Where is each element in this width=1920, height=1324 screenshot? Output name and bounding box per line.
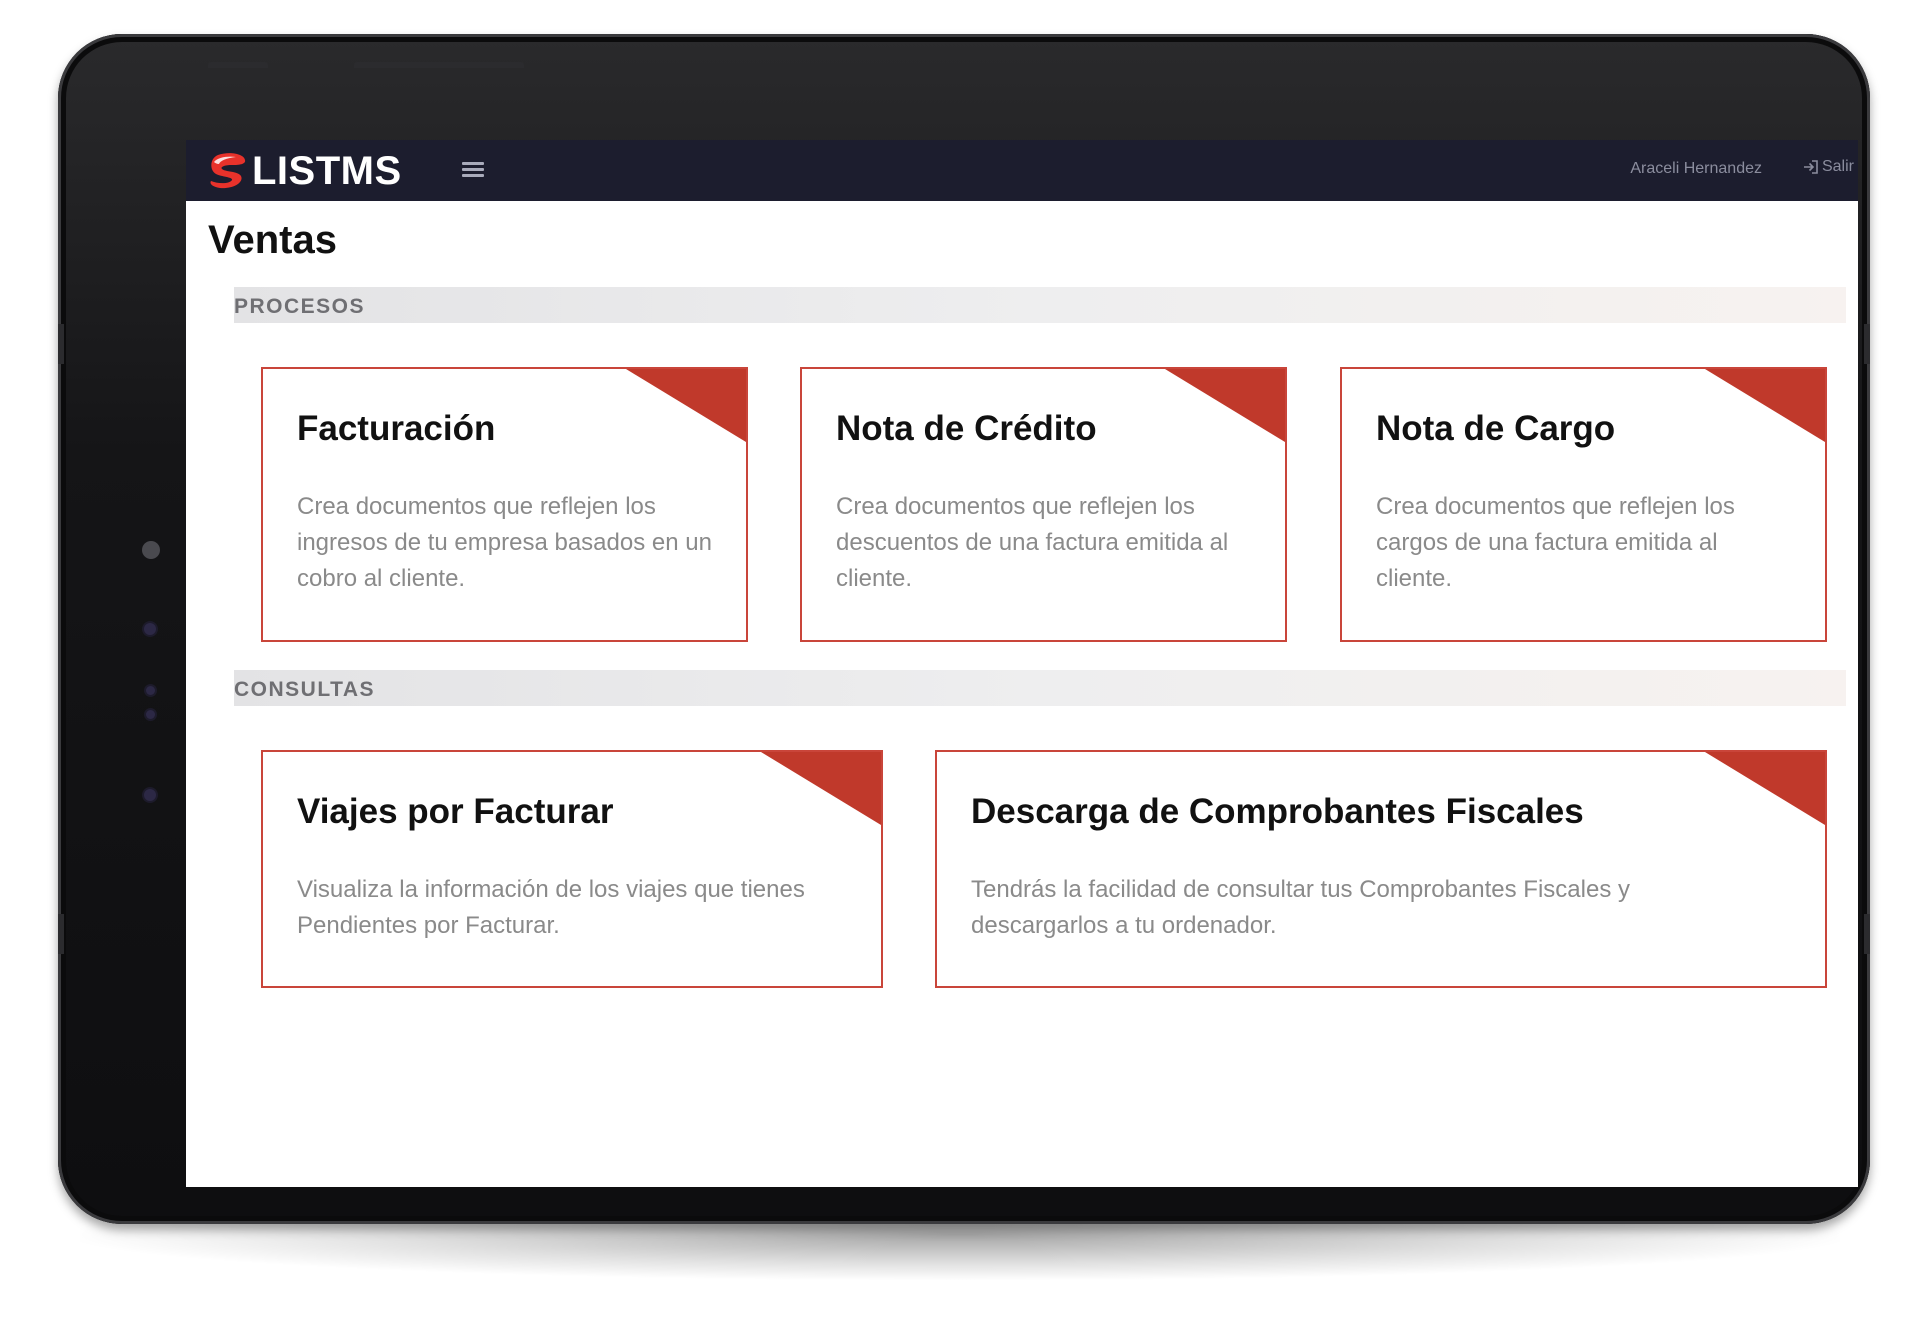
logout-icon bbox=[1803, 160, 1818, 174]
card-description: Crea documentos que reflejen los ingreso… bbox=[297, 493, 712, 592]
card-description: Crea documentos que reflejen los cargos … bbox=[1376, 493, 1735, 592]
card-title: Viajes por Facturar bbox=[297, 792, 614, 831]
tablet-top-button bbox=[208, 62, 268, 68]
hamburger-icon[interactable] bbox=[462, 159, 484, 181]
card-description: Visualiza la información de los viajes q… bbox=[297, 876, 805, 939]
sensor-dot bbox=[144, 789, 156, 801]
tablet-frame: LISTMS Araceli Hernandez Salir Ventas PR… bbox=[58, 34, 1870, 1224]
card-title: Nota de Cargo bbox=[1376, 409, 1616, 448]
card-description: Tendrás la facilidad de consultar tus Co… bbox=[971, 876, 1630, 939]
tablet-side-button bbox=[1864, 914, 1870, 954]
card-title: Descarga de Comprobantes Fiscales bbox=[971, 792, 1584, 831]
tablet-side-button bbox=[58, 914, 64, 954]
logo-swoosh-icon bbox=[210, 153, 246, 189]
sensor-dot bbox=[146, 710, 155, 719]
tablet-side-button bbox=[1864, 324, 1870, 364]
logo-text: LISTMS bbox=[252, 149, 402, 193]
user-name[interactable]: Araceli Hernandez bbox=[1630, 160, 1762, 178]
card-title: Facturación bbox=[297, 409, 496, 448]
sensor-dot bbox=[144, 623, 156, 635]
app-screen: LISTMS Araceli Hernandez Salir Ventas PR… bbox=[186, 140, 1858, 1187]
card-facturacion[interactable]: Facturación Crea documentos que reflejen… bbox=[261, 367, 748, 642]
top-navbar: LISTMS Araceli Hernandez Salir bbox=[186, 140, 1858, 201]
card-corner-accent bbox=[761, 752, 881, 825]
sensor-dot bbox=[146, 686, 155, 695]
page-title: Ventas bbox=[208, 218, 337, 262]
card-title: Nota de Crédito bbox=[836, 409, 1097, 448]
logout-button[interactable]: Salir bbox=[1803, 158, 1854, 176]
tablet-side-button bbox=[58, 324, 64, 364]
card-descarga-comprobantes-fiscales[interactable]: Descarga de Comprobantes Fiscales Tendrá… bbox=[935, 750, 1827, 988]
front-camera bbox=[142, 541, 160, 559]
card-nota-de-cargo[interactable]: Nota de Cargo Crea documentos que reflej… bbox=[1340, 367, 1827, 642]
card-corner-accent bbox=[626, 369, 746, 442]
card-corner-accent bbox=[1705, 752, 1825, 825]
logout-label: Salir bbox=[1821, 158, 1854, 175]
card-nota-de-credito[interactable]: Nota de Crédito Crea documentos que refl… bbox=[800, 367, 1287, 642]
card-description: Crea documentos que reflejen los descuen… bbox=[836, 493, 1229, 592]
section-header-procesos: PROCESOS bbox=[234, 287, 1846, 323]
card-corner-accent bbox=[1165, 369, 1285, 442]
section-header-consultas: CONSULTAS bbox=[234, 670, 1846, 706]
tablet-volume-button bbox=[354, 62, 524, 68]
section-label: CONSULTAS bbox=[234, 678, 376, 701]
brand-logo[interactable]: LISTMS bbox=[208, 149, 402, 193]
card-corner-accent bbox=[1705, 369, 1825, 442]
section-label: PROCESOS bbox=[234, 295, 366, 318]
card-viajes-por-facturar[interactable]: Viajes por Facturar Visualiza la informa… bbox=[261, 750, 883, 988]
